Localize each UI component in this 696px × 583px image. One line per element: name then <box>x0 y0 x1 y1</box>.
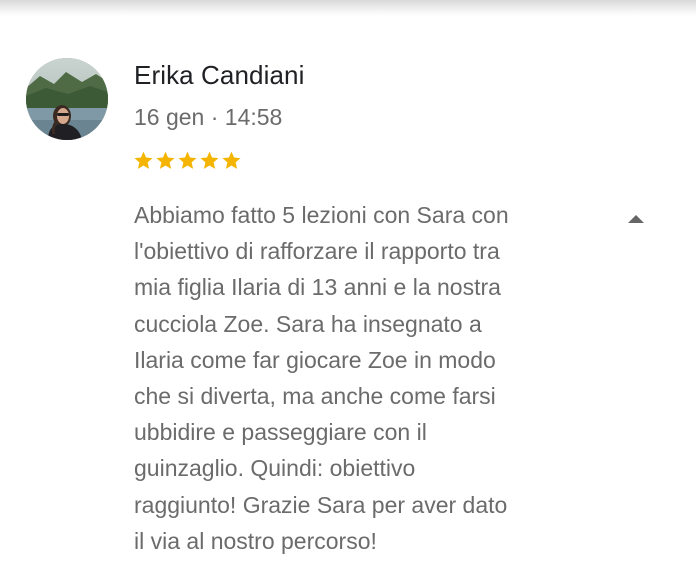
avatar[interactable] <box>26 58 108 140</box>
star-rating <box>133 150 242 171</box>
review-text-line: raggiunto! Grazie Sara per aver dato <box>134 491 508 518</box>
review-text: Abbiamo fatto 5 lezioni con Sara con l'ob… <box>134 197 604 559</box>
star-icon <box>200 151 219 169</box>
triangle-up-icon[interactable] <box>624 210 648 226</box>
author-name[interactable]: Erika Candiani <box>134 60 305 91</box>
review-text-line: il via al nostro percorso! <box>134 527 377 554</box>
header-shadow-divider <box>0 0 696 16</box>
review-text-line: guinzaglio. Quindi: obiettivo <box>134 455 416 482</box>
star-icon <box>178 151 197 169</box>
star-icon <box>222 151 241 169</box>
review-timestamp: 16 gen · 14:58 <box>134 104 283 130</box>
review-card: Erika Candiani 16 gen · 14:58 Abbiamo fa… <box>0 0 696 583</box>
review-text-line: che si diverta, ma anche come farsi <box>134 383 496 410</box>
review-text-line: ubbidire e passeggiare con il <box>134 419 427 446</box>
review-text-line: mia figlia Ilaria di 13 anni e la nostra <box>134 274 501 301</box>
review-text-line: Abbiamo fatto 5 lezioni con Sara con <box>134 202 509 228</box>
review-text-line: cucciola Zoe. Sara ha insegnato a <box>134 310 482 337</box>
review-text-line: Ilaria come far giocare Zoe in modo <box>134 346 496 373</box>
star-icon <box>156 151 175 169</box>
star-icon <box>134 151 153 169</box>
review-text-line: l'obiettivo di rafforzare il rapporto tr… <box>134 238 500 265</box>
